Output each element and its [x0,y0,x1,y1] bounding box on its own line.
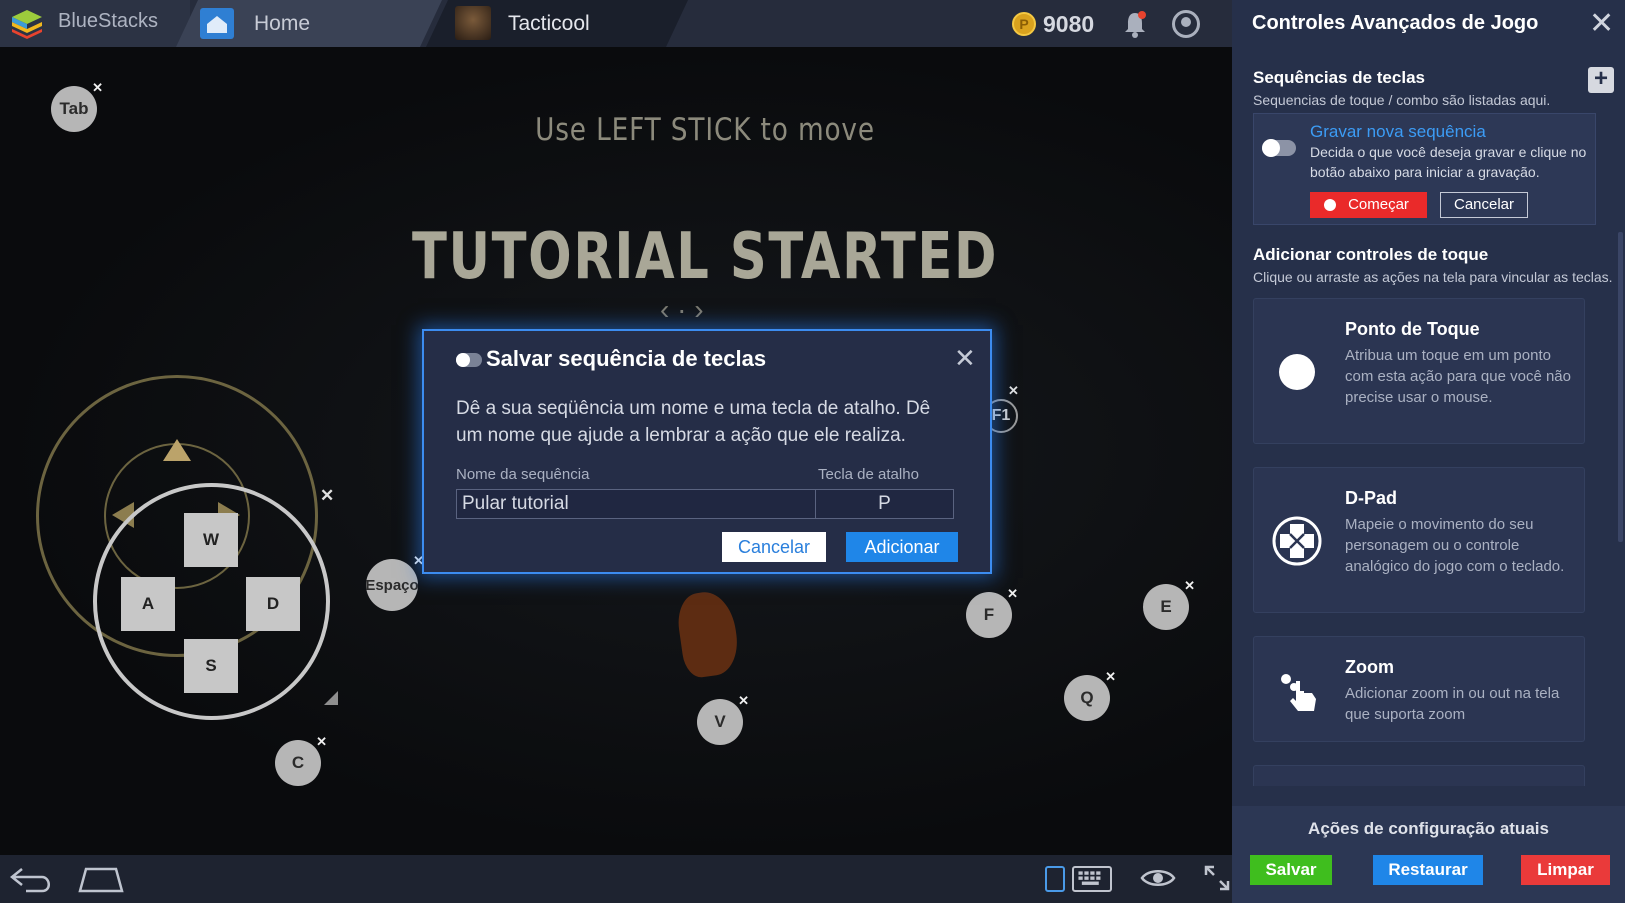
close-icon[interactable]: ✕ [1008,383,1019,399]
add-sequence-button[interactable]: + [1588,67,1614,93]
panel-title: Controles Avançados de Jogo [1252,12,1539,34]
dialog-description: Dê a sua seqüência um nome e uma tecla d… [456,398,931,446]
shortcut-key-input[interactable]: P [815,489,954,519]
tacticool-app-icon [455,6,491,40]
eye-icon[interactable] [1140,867,1176,889]
control-name: D-Pad [1345,488,1398,508]
record-description: Decida o que você deseja gravar e clique… [1310,144,1587,180]
tab-tacticool-label: Tacticool [508,12,590,35]
sequence-name-label: Nome da sequência [456,466,590,483]
android-home-icon[interactable] [78,867,124,893]
close-icon[interactable]: ✕ [320,486,334,506]
panel-scrollbar[interactable] [1618,232,1623,542]
arrow-up-icon [163,439,191,461]
key-space[interactable]: Espaço ✕ [365,553,424,611]
key-f[interactable]: F ✕ [966,586,1018,638]
control-description: Adicionar zoom in ou out na tela que sup… [1345,685,1560,723]
home-icon [200,8,234,39]
record-title[interactable]: Gravar nova sequência [1310,122,1486,142]
close-icon[interactable]: ✕ [1589,6,1614,41]
tutorial-banner: TUTORIAL STARTED [411,220,999,294]
game-character [674,588,742,680]
close-icon[interactable]: ✕ [1184,578,1195,594]
save-sequence-dialog: Salvar sequência de teclas ✕ Dê a sua se… [422,329,992,574]
add-button[interactable]: Adicionar [846,532,958,562]
cancel-recording-button[interactable]: Cancelar [1440,192,1528,218]
touch-point-icon [1279,354,1315,390]
control-card-zoom[interactable]: Zoom Adicionar zoom in ou out na tela qu… [1253,636,1585,742]
dpad-down[interactable]: S [184,639,238,693]
save-button[interactable]: Salvar [1250,855,1332,885]
notification-bell-icon[interactable] [1122,10,1148,38]
record-toggle-icon[interactable] [1262,139,1296,157]
top-bar: BlueStacks Home Tacticool P 9080 [0,0,1232,47]
sequences-title: Sequências de teclas [1253,68,1425,87]
control-description: Atribua um toque em um ponto com esta aç… [1345,347,1571,406]
cancel-button[interactable]: Cancelar [722,532,826,562]
key-q-label: Q [1080,688,1094,707]
tab-home-label: Home [254,12,311,35]
close-icon[interactable]: ✕ [1007,586,1018,602]
clear-button[interactable]: Limpar [1521,855,1610,885]
close-icon[interactable]: ✕ [954,343,976,374]
key-f1-label: F1 [991,407,1011,424]
coin-balance: 9080 [1043,11,1095,37]
back-icon[interactable] [8,865,56,893]
bottom-bar [0,855,1232,903]
control-card-next[interactable] [1253,765,1585,786]
record-sequence-card: Gravar nova sequência Decida o que você … [1253,113,1596,225]
control-card-dpad[interactable]: D-Pad Mapeie o movimento do seu personag… [1253,467,1585,613]
dpad-up[interactable]: W [184,513,238,567]
control-name: Ponto de Toque [1345,319,1480,339]
control-name: Zoom [1345,657,1394,677]
key-tab-label: Tab [59,99,89,118]
key-v[interactable]: V ✕ [697,693,749,745]
key-q[interactable]: Q ✕ [1064,669,1116,721]
sequence-name-input[interactable]: Pular tutorial [456,489,816,519]
start-recording-button[interactable]: Começar [1310,192,1427,218]
app-name: BlueStacks [58,10,159,32]
touch-controls-list: Ponto de Toque Atribua um toque em um po… [1253,298,1596,786]
key-c-label: C [291,753,305,772]
control-description: Mapeie o movimento do seu personagem ou … [1345,516,1565,575]
panel-footer: Ações de configuração atuais Salvar Rest… [1232,806,1625,903]
touch-controls-subtitle: Clique ou arraste as ações na tela para … [1253,269,1613,285]
touch-controls-title: Adicionar controles de toque [1253,245,1489,264]
bluestacks-window: BlueStacks Home Tacticool P 9080 Use LEF… [0,0,1625,903]
key-tab[interactable]: Tab ✕ [51,80,103,132]
key-v-label: V [714,712,726,731]
coin-icon: P [1012,12,1036,36]
bluestacks-logo-icon [12,10,42,39]
resize-handle-icon[interactable] [324,691,338,705]
keymap-toggle-icon[interactable] [1045,866,1065,892]
key-e[interactable]: E ✕ [1143,578,1195,630]
shortcut-key-label: Tecla de atalho [818,466,919,483]
advanced-controls-panel: Controles Avançados de Jogo ✕ Sequências… [1232,0,1625,903]
control-card-touch-point[interactable]: Ponto de Toque Atribua um toque em um po… [1253,298,1585,444]
zoom-icon [1281,674,1316,711]
dpad-left[interactable]: A [121,577,175,631]
dialog-title: Salvar sequência de teclas [486,346,767,371]
close-icon[interactable]: ✕ [316,734,327,750]
expand-icon[interactable] [1202,863,1232,893]
sequences-subtitle: Sequencias de toque / combo são listadas… [1253,92,1551,108]
game-hint-text: Use LEFT STICK to move [535,112,875,148]
close-icon[interactable]: ✕ [92,80,103,96]
close-icon[interactable]: ✕ [1105,669,1116,685]
toggle-icon [456,353,482,367]
tutorial-nav-arrows: ‹ · › [660,294,704,325]
dpad-icon [1272,516,1322,566]
account-icon[interactable] [1172,10,1200,38]
footer-title: Ações de configuração atuais [1308,819,1549,838]
key-f-label: F [983,605,995,624]
keyboard-icon[interactable] [1072,866,1112,892]
dpad-right[interactable]: D [246,577,300,631]
key-e-label: E [1160,597,1172,616]
start-label: Começar [1348,196,1409,213]
close-icon[interactable]: ✕ [738,693,749,709]
restore-button[interactable]: Restaurar [1373,855,1483,885]
key-c[interactable]: C ✕ [275,734,327,786]
key-space-label: Espaço [365,576,419,594]
